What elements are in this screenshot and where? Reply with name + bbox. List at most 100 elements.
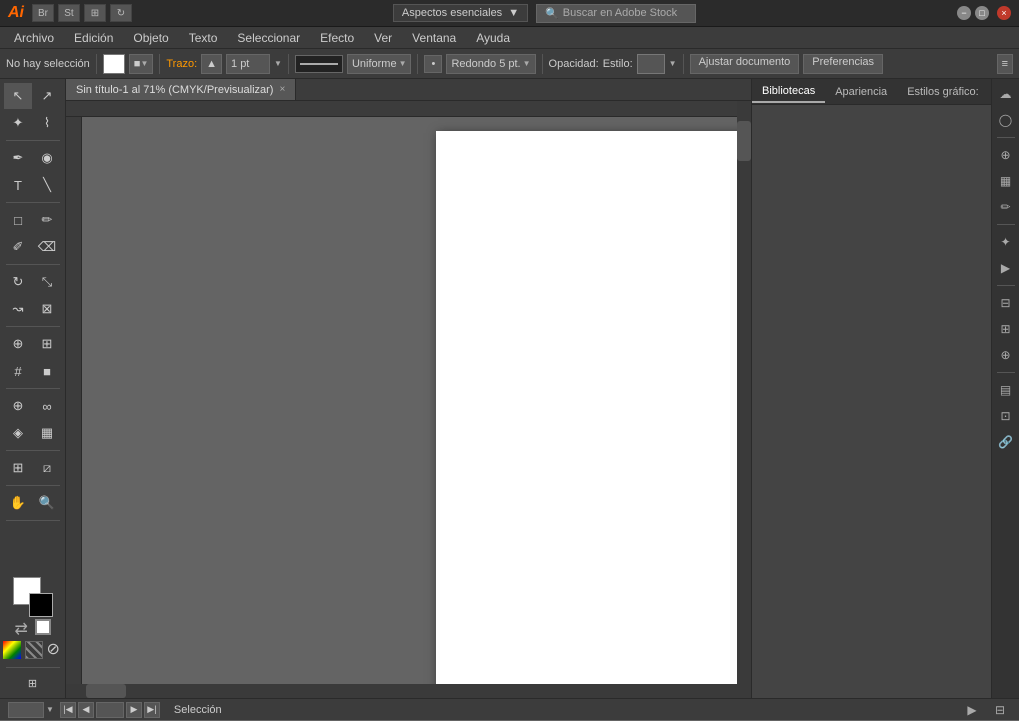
status-bar: 71% ▼ |◀ ◀ 1 ▶ ▶| Selección ▶ ⊟ <box>0 698 1019 720</box>
type-tool[interactable]: T <box>4 172 32 198</box>
selection-tool[interactable]: ↖ <box>4 83 32 109</box>
menu-ayuda[interactable]: Ayuda <box>466 29 520 47</box>
lasso-tool[interactable]: ⌇ <box>33 110 61 136</box>
pathfinder-icon[interactable]: ⊕ <box>995 344 1017 366</box>
last-page-button[interactable]: ▶| <box>144 702 160 718</box>
swap-colors-icon[interactable]: ⇄ <box>15 619 31 635</box>
align-icon[interactable]: ⊟ <box>995 292 1017 314</box>
creative-cloud-icon[interactable]: ☁ <box>995 83 1017 105</box>
change-screen-mode-button[interactable]: ⊞ <box>6 672 60 694</box>
actions-icon[interactable]: ▶ <box>995 257 1017 279</box>
gradient-mode-icon[interactable] <box>25 641 43 659</box>
menu-edicion[interactable]: Edición <box>64 29 123 47</box>
layers-icon[interactable]: ▤ <box>995 379 1017 401</box>
blend-tool[interactable]: ∞ <box>33 393 61 419</box>
hand-tool[interactable]: ✋ <box>4 490 32 516</box>
pen-tool[interactable]: ✒ <box>4 145 32 171</box>
trazo-value[interactable] <box>226 54 270 74</box>
zoom-input[interactable]: 71% <box>8 702 44 718</box>
page-navigation: |◀ ◀ 1 ▶ ▶| <box>60 702 160 718</box>
maximize-button[interactable]: □ <box>975 6 989 20</box>
no-fill-icon[interactable]: ⊘ <box>47 642 63 658</box>
status-icon2[interactable]: ⊟ <box>989 699 1011 721</box>
workspace-selector[interactable]: Aspectos esenciales ▼ <box>393 4 528 22</box>
menu-ver[interactable]: Ver <box>364 29 402 47</box>
symbols-icon[interactable]: ✦ <box>995 231 1017 253</box>
eraser-tool[interactable]: ⌫ <box>33 234 61 260</box>
rotate-icon[interactable]: ↻ <box>110 4 132 22</box>
menu-efecto[interactable]: Efecto <box>310 29 364 47</box>
adjust-document-button[interactable]: Ajustar documento <box>690 54 800 74</box>
bridge-icon[interactable]: Br <box>32 4 54 22</box>
panel-tab-bibliotecas[interactable]: Bibliotecas <box>752 81 825 103</box>
cap-style-dropdown[interactable]: Redondo 5 pt. ▼ <box>446 54 535 74</box>
default-colors-icon[interactable] <box>35 619 51 635</box>
menu-texto[interactable]: Texto <box>179 29 228 47</box>
ruler-horizontal <box>66 101 751 117</box>
swatches-icon[interactable]: ▦ <box>995 170 1017 192</box>
status-icon[interactable]: ▶ <box>961 699 983 721</box>
panel-tab-estilos[interactable]: Estilos gráfico: <box>897 82 989 102</box>
color-wheel-icon[interactable]: ⊕ <box>995 144 1017 166</box>
panel-options-icon[interactable]: ≡ <box>997 54 1013 74</box>
vertical-scrollbar[interactable] <box>737 101 751 698</box>
transform-icon[interactable]: ⊞ <box>995 318 1017 340</box>
style-color-box[interactable] <box>637 54 665 74</box>
rectangle-tool[interactable]: □ <box>4 207 32 233</box>
title-bar: Ai Br St ⊞ ↻ Aspectos esenciales ▼ 🔍 Bus… <box>0 0 1019 27</box>
canvas-area[interactable]: Sin título-1 al 71% (CMYK/Previsualizar)… <box>66 79 751 698</box>
minimize-button[interactable]: − <box>957 6 971 20</box>
canvas-scroll[interactable] <box>66 101 751 698</box>
stock-icon[interactable]: St <box>58 4 80 22</box>
artboards-icon[interactable]: ⊡ <box>995 405 1017 427</box>
links-icon[interactable]: 🔗 <box>995 431 1017 453</box>
menu-archivo[interactable]: Archivo <box>4 29 64 47</box>
zoom-tool[interactable]: 🔍 <box>33 490 61 516</box>
search-bar[interactable]: 🔍 Buscar en Adobe Stock <box>536 4 696 23</box>
anchor-tool[interactable]: ◉ <box>33 145 61 171</box>
shape-builder-tool[interactable]: ⊕ <box>4 331 32 357</box>
stroke-color[interactable] <box>29 593 53 617</box>
scale-tool[interactable]: ⤡ <box>33 269 61 295</box>
stroke-style-dropdown[interactable]: Uniforme ▼ <box>347 54 412 74</box>
warp-tool[interactable]: ↝ <box>4 296 32 322</box>
stroke-shape-selector[interactable]: ■▼ <box>129 54 154 74</box>
next-page-button[interactable]: ▶ <box>126 702 142 718</box>
preferences-button[interactable]: Preferencias <box>803 54 883 74</box>
panel-tab-apariencia[interactable]: Apariencia <box>825 82 897 102</box>
menu-objeto[interactable]: Objeto <box>123 29 178 47</box>
paintbrush-tool[interactable]: ✏ <box>33 207 61 233</box>
document-tab[interactable]: Sin título-1 al 71% (CMYK/Previsualizar)… <box>66 79 296 100</box>
rotate-tool[interactable]: ↻ <box>4 269 32 295</box>
fill-color-box[interactable] <box>103 54 125 74</box>
brushes-icon[interactable]: ✏ <box>995 196 1017 218</box>
artboard-tool[interactable]: ⊞ <box>4 455 32 481</box>
prev-page-button[interactable]: ◀ <box>78 702 94 718</box>
zoom-control[interactable]: 71% ▼ <box>8 702 54 718</box>
menu-seleccionar[interactable]: Seleccionar <box>227 29 310 47</box>
symbol-sprayer-tool[interactable]: ◈ <box>4 420 32 446</box>
ruler-vertical <box>66 117 82 698</box>
horizontal-scrollbar[interactable] <box>66 684 737 698</box>
close-button[interactable]: × <box>997 6 1011 20</box>
color-mode-icon[interactable] <box>3 641 21 659</box>
learn-icon[interactable]: ◯ <box>995 109 1017 131</box>
perspective-tool[interactable]: ⊞ <box>33 331 61 357</box>
gradient-tool[interactable]: ■ <box>33 358 61 384</box>
trazo-up[interactable]: ▲ <box>201 54 222 74</box>
line-tool[interactable]: ╲ <box>33 172 61 198</box>
slice-tool[interactable]: ⧄ <box>33 455 61 481</box>
pencil-tool[interactable]: ✐ <box>4 234 32 260</box>
close-tab-button[interactable]: × <box>279 84 285 95</box>
eyedropper-tool[interactable]: ⊕ <box>4 393 32 419</box>
page-number-input[interactable]: 1 <box>96 702 124 718</box>
grid-icon[interactable]: ⊞ <box>84 4 106 22</box>
direct-selection-tool[interactable]: ↗ <box>33 83 61 109</box>
magic-wand-tool[interactable]: ✦ <box>4 110 32 136</box>
menu-ventana[interactable]: Ventana <box>402 29 466 47</box>
first-page-button[interactable]: |◀ <box>60 702 76 718</box>
column-chart-tool[interactable]: ▦ <box>33 420 61 446</box>
document-tab-bar: Sin título-1 al 71% (CMYK/Previsualizar)… <box>66 79 751 101</box>
mesh-tool[interactable]: # <box>4 358 32 384</box>
free-transform-tool[interactable]: ⊠ <box>33 296 61 322</box>
